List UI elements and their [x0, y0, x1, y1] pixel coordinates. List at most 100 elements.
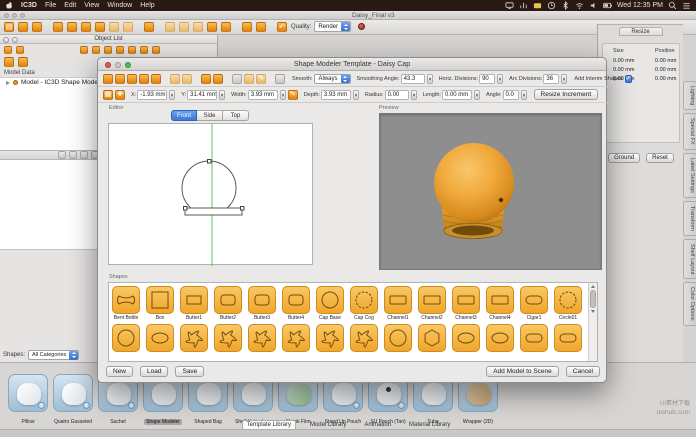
disclosure-triangle-icon[interactable] — [6, 81, 10, 85]
dialog-titlebar[interactable]: Shape Modeler Template - Daisy Cap — [98, 58, 606, 71]
prev-shape-icon[interactable] — [170, 74, 180, 84]
shape-tile-butter1[interactable] — [180, 286, 208, 314]
add-model-to-scene-button[interactable]: Add Model to Scene — [486, 366, 559, 377]
zoom-window-icon[interactable] — [20, 13, 25, 18]
resize-increment-button[interactable]: Resize Increment — [534, 89, 599, 100]
arc-tool-icon[interactable] — [244, 74, 254, 84]
arc-divisions--field[interactable]: 36 — [543, 74, 559, 84]
stepper-icon[interactable] — [341, 74, 350, 83]
menu-help[interactable]: Help — [140, 0, 154, 11]
stepper-icon[interactable] — [353, 90, 359, 100]
group-icon[interactable] — [80, 46, 88, 54]
close-icon[interactable] — [105, 62, 111, 68]
shape-tile[interactable] — [146, 324, 174, 352]
orbit-icon[interactable] — [81, 22, 91, 32]
minimize-icon[interactable] — [115, 62, 121, 68]
stepper-icon[interactable] — [219, 90, 225, 100]
minimize-icon[interactable] — [12, 13, 17, 18]
scroll-down-icon[interactable] — [591, 310, 595, 313]
palette-scrollbar[interactable] — [588, 283, 597, 361]
width--field[interactable]: 3.93 mm — [248, 90, 278, 100]
import-model-icon[interactable] — [4, 57, 14, 67]
add-point-icon[interactable]: ✚ — [115, 90, 125, 100]
stepper-icon[interactable] — [497, 74, 503, 84]
scroll-thumb[interactable] — [590, 290, 596, 308]
shaded-icon[interactable] — [179, 22, 189, 32]
edit-pencil-icon[interactable]: ✎ — [288, 90, 298, 100]
smooth-select[interactable]: Always — [314, 74, 350, 84]
side-tab-special-fx[interactable]: Special FX — [683, 113, 696, 150]
shape-tile[interactable] — [452, 324, 480, 352]
ungroup-icon[interactable] — [92, 46, 100, 54]
menu-window[interactable]: Window — [107, 0, 132, 11]
shape-tile[interactable] — [520, 324, 548, 352]
tab-model-library[interactable]: Model Library — [306, 421, 350, 429]
save-button[interactable]: Save — [175, 366, 204, 377]
shape-tile[interactable] — [316, 324, 344, 352]
scale-icon[interactable] — [109, 22, 119, 32]
select-cursor-icon[interactable] — [53, 22, 63, 32]
battery-icon[interactable] — [603, 1, 612, 10]
zoom-icon[interactable] — [67, 22, 77, 32]
shape-tile[interactable] — [214, 324, 242, 352]
layer-up-icon[interactable] — [80, 151, 88, 159]
duplicate-icon[interactable] — [104, 46, 112, 54]
search-icon[interactable] — [668, 1, 677, 10]
zoom-window-icon[interactable] — [125, 62, 131, 68]
length--field[interactable]: 0.00 mm — [442, 90, 472, 100]
scroll-up-icon[interactable] — [591, 285, 595, 288]
side-tab-transform[interactable]: Transform — [683, 201, 696, 236]
side-tab-shelf-layout[interactable]: Shelf Layout — [683, 239, 696, 280]
side-tab-label-settings[interactable]: Label Settings — [683, 153, 696, 198]
new-button[interactable]: New — [106, 366, 133, 377]
export-model-icon[interactable] — [18, 57, 28, 67]
volume-icon[interactable] — [589, 1, 598, 10]
shape-tile-circle01[interactable] — [554, 286, 582, 314]
chart-icon[interactable] — [519, 1, 528, 10]
stepper-icon[interactable] — [169, 90, 175, 100]
lock-icon[interactable] — [140, 46, 148, 54]
tab-animation[interactable]: Animation — [360, 421, 395, 429]
shape-tile[interactable] — [486, 324, 514, 352]
mirror-icon[interactable] — [116, 46, 124, 54]
add-object-icon[interactable] — [4, 46, 12, 54]
clock-icon[interactable] — [547, 1, 556, 10]
shape-tile-channel1[interactable] — [384, 286, 412, 314]
shape-tile-butter3[interactable] — [248, 286, 276, 314]
shape-tile-butter2[interactable] — [214, 286, 242, 314]
shape-tile[interactable] — [112, 324, 140, 352]
interim-checkbox[interactable]: ✓ — [625, 75, 632, 83]
load-button[interactable]: Load — [140, 366, 168, 377]
zoom-in-icon[interactable] — [115, 74, 125, 84]
point-tool-icon[interactable] — [213, 74, 223, 84]
shape-tile-cap-base[interactable] — [316, 286, 344, 314]
render-region-icon[interactable] — [144, 22, 154, 32]
open-folder-icon[interactable] — [18, 22, 28, 32]
new-file-icon[interactable]: ▤ — [4, 22, 14, 32]
x--field[interactable]: -1.93 mm — [137, 90, 167, 100]
material-icon[interactable] — [242, 22, 252, 32]
bluetooth-icon[interactable] — [561, 1, 570, 10]
apple-icon[interactable] — [5, 1, 13, 10]
dialog-window-controls[interactable] — [105, 62, 131, 68]
shape-tile-cigar1[interactable] — [520, 286, 548, 314]
zoom-region-icon[interactable] — [127, 74, 137, 84]
shape-tile-bent-bottle[interactable] — [112, 286, 140, 314]
y--field[interactable]: 31.41 mm — [187, 90, 217, 100]
delete-object-icon[interactable] — [16, 46, 24, 54]
shape-tile-channel2[interactable] — [418, 286, 446, 314]
horiz-divisions--field[interactable]: 90 — [479, 74, 495, 84]
image-tool-icon[interactable] — [232, 74, 242, 84]
stepper-icon[interactable] — [474, 90, 480, 100]
grid-tile-icon[interactable]: ▦ — [103, 90, 113, 100]
side-tab-color-options[interactable]: Color Options — [683, 282, 696, 326]
folder-icon[interactable] — [533, 1, 542, 10]
shape-tile[interactable] — [554, 324, 582, 352]
menu-edit[interactable]: Edit — [64, 0, 76, 11]
select-cursor-icon[interactable] — [103, 74, 113, 84]
wifi-icon[interactable] — [575, 1, 584, 10]
stepper-icon[interactable] — [341, 22, 350, 31]
template-thumbnail[interactable] — [53, 374, 93, 412]
template-thumbnail[interactable] — [8, 374, 48, 412]
ground-button[interactable]: Ground — [608, 153, 640, 163]
